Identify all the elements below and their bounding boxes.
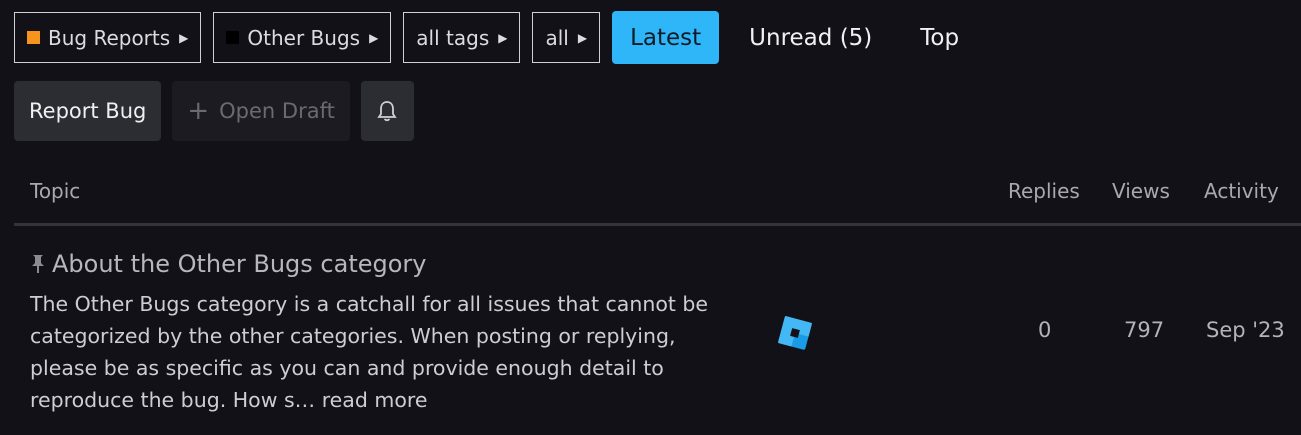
topic-excerpt: The Other Bugs category is a catchall fo… <box>30 288 730 416</box>
plus-icon: + <box>187 96 210 126</box>
replies-count: 0 <box>1038 318 1052 342</box>
views-count: 797 <box>1124 318 1165 342</box>
bell-icon <box>377 101 398 122</box>
open-draft-button[interactable]: + Open Draft <box>172 81 350 141</box>
column-activity[interactable]: Activity <box>1204 179 1279 203</box>
caret-right-icon: ▶ <box>498 30 508 45</box>
breadcrumb-all[interactable]: all ▶ <box>532 12 601 63</box>
breadcrumb-label: all tags <box>416 25 490 50</box>
caret-right-icon: ▶ <box>577 30 588 45</box>
notification-bell-button[interactable] <box>360 81 414 141</box>
breadcrumb-label: Other Bugs <box>247 25 361 50</box>
action-bar: Report Bug + Open Draft <box>14 81 425 141</box>
table-row: About the Other Bugs category The Other … <box>14 226 1301 435</box>
tab-top[interactable]: Top <box>902 11 977 64</box>
column-replies[interactable]: Replies <box>1008 179 1080 203</box>
pin-icon <box>32 255 44 273</box>
column-topic[interactable]: Topic <box>30 179 80 203</box>
caret-right-icon: ▶ <box>179 30 189 45</box>
roblox-logo-icon[interactable] <box>778 316 812 350</box>
read-more-link[interactable]: read more <box>322 388 428 412</box>
topic-list-header: Topic Replies Views Activity <box>14 165 1301 226</box>
tab-unread[interactable]: Unread (5) <box>731 11 890 64</box>
breadcrumb-label: Bug Reports <box>48 25 171 50</box>
open-draft-label: Open Draft <box>219 99 335 123</box>
navigation-bar: Bug Reports ▶ Other Bugs ▶ all tags ▶ al… <box>14 11 989 64</box>
tab-latest[interactable]: Latest <box>612 11 720 64</box>
column-views[interactable]: Views <box>1112 179 1170 203</box>
activity-date[interactable]: Sep '23 <box>1206 318 1285 342</box>
breadcrumb-other-bugs[interactable]: Other Bugs ▶ <box>213 12 392 63</box>
category-color-square <box>226 31 240 44</box>
report-bug-button[interactable]: Report Bug <box>14 81 162 141</box>
topic-title: About the Other Bugs category <box>52 250 427 278</box>
category-color-square <box>27 31 40 44</box>
breadcrumb-label: all <box>545 25 569 50</box>
caret-right-icon: ▶ <box>369 30 379 45</box>
breadcrumb-bug-reports[interactable]: Bug Reports ▶ <box>14 12 202 63</box>
topic-title-link[interactable]: About the Other Bugs category <box>30 250 426 278</box>
breadcrumb-all-tags[interactable]: all tags ▶ <box>403 12 521 63</box>
